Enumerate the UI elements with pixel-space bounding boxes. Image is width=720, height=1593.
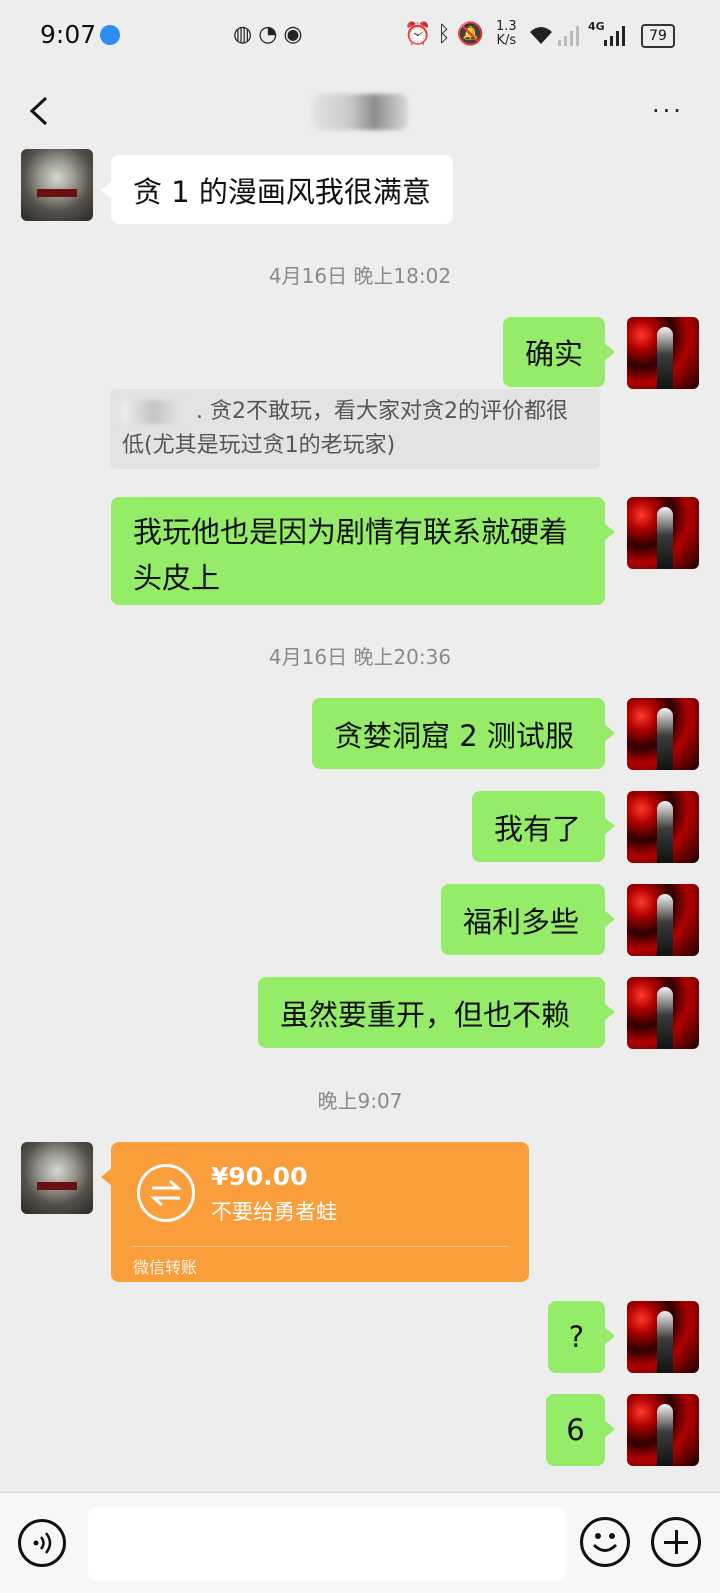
quote-prefix: .	[196, 399, 203, 424]
timestamp: 4月16日 晚上18:02	[268, 264, 452, 288]
more-icon[interactable]: ···	[652, 99, 684, 123]
my-avatar[interactable]	[627, 884, 699, 956]
signal-2-icon: 4G	[588, 20, 630, 46]
transfer-amount: ¥90.00	[211, 1162, 308, 1191]
quoted-sender-blurred	[122, 400, 184, 424]
message-text: 虽然要重开，但也不赖	[280, 997, 571, 1032]
alarm-icon: ⏰	[404, 22, 438, 47]
battery-indicator: 79	[641, 24, 675, 48]
back-arrow-icon[interactable]	[26, 96, 52, 126]
status-time: 9:07	[40, 20, 97, 49]
location-icon	[100, 25, 120, 45]
wifi-icon	[528, 24, 552, 46]
signal-1-icon	[558, 24, 580, 46]
message-text: 我玩他也是因为剧情有联系就硬着头皮上	[133, 515, 569, 595]
network-speed-unit: K/s	[496, 33, 517, 48]
my-avatar[interactable]	[627, 317, 699, 389]
friend-avatar[interactable]	[21, 149, 93, 221]
friend-avatar[interactable]	[21, 1142, 93, 1214]
message-bubble-sent[interactable]: 贪婪洞窟 2 测试服	[312, 698, 615, 769]
message-bubble-sent[interactable]: 福利多些	[441, 884, 615, 955]
transfer-icon	[137, 1164, 195, 1222]
input-bar	[0, 1492, 720, 1593]
my-avatar[interactable]	[627, 497, 699, 569]
status-icons-left: ◍◔◉	[233, 22, 309, 47]
voice-icon[interactable]	[18, 1519, 66, 1567]
network-speed-value: 1.3	[496, 19, 517, 34]
emoji-icon[interactable]	[580, 1517, 630, 1567]
message-text: 福利多些	[463, 904, 580, 939]
bluetooth-icon: ᛒ	[437, 22, 457, 47]
message-text: ?	[568, 1320, 585, 1354]
quoted-message[interactable]: . 贪2不敢玩，看大家对贪2的评价都很低(尤其是玩过贪1的老玩家)	[110, 389, 600, 469]
message-bubble-sent[interactable]: 我玩他也是因为剧情有联系就硬着头皮上	[111, 497, 615, 605]
quoted-text: 贪2不敢玩，看大家对贪2的评价都很低(尤其是玩过贪1的老玩家)	[122, 399, 568, 458]
message-text: 我有了	[494, 811, 582, 846]
transfer-card[interactable]: ¥90.00 不要给勇者蛙 微信转账	[101, 1142, 529, 1282]
timestamp: 晚上9:07	[317, 1089, 403, 1113]
message-bubble-sent[interactable]: 我有了	[472, 791, 615, 862]
message-text: 确实	[525, 337, 584, 371]
message-bubble-sent[interactable]: 虽然要重开，但也不赖	[258, 977, 615, 1048]
message-input[interactable]	[88, 1507, 566, 1581]
transfer-divider	[131, 1246, 509, 1247]
my-avatar[interactable]	[627, 1301, 699, 1373]
timestamp: 4月16日 晚上20:36	[268, 645, 452, 669]
message-bubble-sent[interactable]: 确实	[503, 317, 615, 387]
message-text: 贪 1 的漫画风我很满意	[133, 174, 431, 209]
eye-icon: ◉	[283, 22, 309, 47]
nfc-icon: ◍	[233, 22, 259, 47]
message-bubble-sent[interactable]: ?	[548, 1301, 615, 1373]
transfer-label: 微信转账	[133, 1258, 198, 1277]
my-avatar[interactable]	[627, 1394, 699, 1466]
plus-icon[interactable]	[651, 1517, 701, 1567]
message-bubble-sent[interactable]: 6	[546, 1394, 615, 1466]
contact-name-blurred	[312, 94, 408, 130]
mute-icon: 🔕	[456, 22, 491, 47]
network-type: 4G	[588, 20, 605, 33]
network-speed: 1.3 K/s	[496, 20, 517, 48]
status-bar: 9:07 ◍◔◉ ⏰ᛒ🔕 1.3 K/s 4G 79	[0, 0, 720, 72]
chat-header: ···	[0, 72, 720, 152]
message-text: 贪婪洞窟 2 测试服	[334, 718, 574, 753]
message-bubble-received[interactable]: 贪 1 的漫画风我很满意	[101, 155, 453, 224]
message-text: 6	[566, 1413, 585, 1447]
status-icons-right: ⏰ᛒ🔕	[404, 22, 490, 47]
my-avatar[interactable]	[627, 698, 699, 770]
gauge-icon: ◔	[258, 22, 284, 47]
my-avatar[interactable]	[627, 977, 699, 1049]
transfer-note: 不要给勇者蛙	[211, 1200, 337, 1224]
my-avatar[interactable]	[627, 791, 699, 863]
